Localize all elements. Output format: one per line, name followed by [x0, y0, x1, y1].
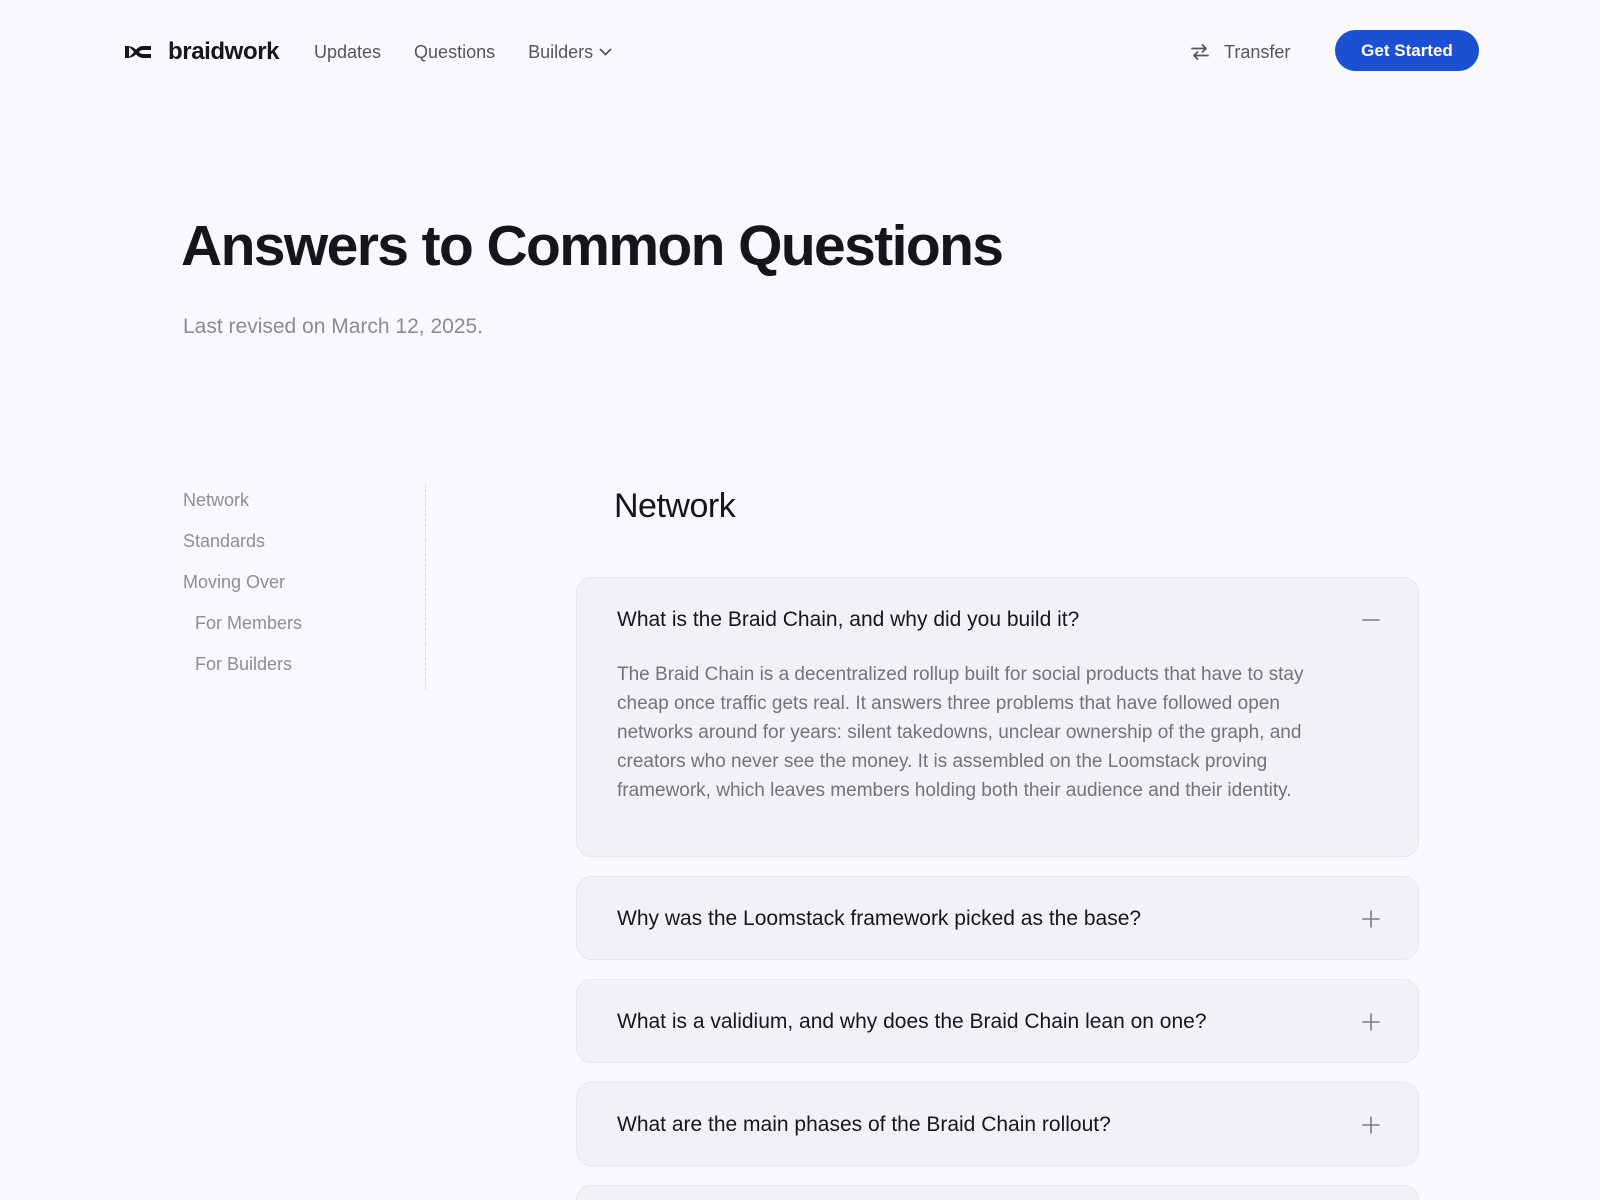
get-started-button[interactable]: Get Started: [1335, 30, 1479, 71]
faq-item: What are the main phases of the Braid Ch…: [576, 1082, 1419, 1166]
sidebar-item-standards[interactable]: Standards: [183, 531, 265, 552]
last-revised-date: Last revised on March 12, 2025.: [183, 315, 484, 338]
plus-icon: [1362, 910, 1380, 928]
nav-link-label: Updates: [314, 41, 382, 62]
faq-question[interactable]: What are the main phases of the Braid Ch…: [617, 1083, 1338, 1167]
main-nav: Updates Questions Builders: [314, 36, 612, 68]
faq-item-expanded: What is the Braid Chain, and why did you…: [576, 577, 1419, 857]
faq-item: What is a validium, and why does the Bra…: [576, 979, 1419, 1063]
faq-question[interactable]: What is the Braid Chain, and why did you…: [617, 578, 1338, 662]
faq-question[interactable]: Why was the Loomstack framework picked a…: [617, 877, 1338, 961]
nav-link-questions[interactable]: Questions: [414, 42, 495, 63]
expand-button[interactable]: [1362, 1116, 1380, 1134]
plus-icon: [1362, 1116, 1380, 1134]
faq-answer: The Braid Chain is a decentralized rollu…: [617, 664, 1304, 801]
nav-dropdown-builders[interactable]: Builders: [528, 42, 612, 63]
sidebar-item-network[interactable]: Network: [183, 490, 249, 511]
braid-logo-icon: [125, 46, 151, 58]
collapse-button[interactable]: [1362, 611, 1380, 629]
nav-link-label: Questions: [414, 41, 496, 62]
plus-icon: [1362, 1013, 1380, 1031]
brand-logo[interactable]: braidwork: [122, 36, 279, 68]
brand-name: braidwork: [168, 38, 280, 65]
top-navbar: braidwork Updates Questions Builders Tra…: [0, 0, 1600, 104]
sidebar-item-moving-over[interactable]: Moving Over: [183, 572, 285, 593]
faq-question[interactable]: What is a validium, and why does the Bra…: [617, 980, 1338, 1064]
nav-link-label: Builders: [528, 41, 594, 62]
sidebar-item-for-members[interactable]: For Members: [195, 613, 302, 634]
faq-item-partial: [576, 1185, 1419, 1200]
section-title: Network: [614, 487, 736, 525]
minus-icon: [1362, 619, 1380, 621]
expand-button[interactable]: [1362, 910, 1380, 928]
faq-sidebar-nav: Network Standards Moving Over For Member…: [183, 484, 426, 690]
chevron-down-icon: [599, 48, 612, 55]
transfer-label: Transfer: [1224, 41, 1291, 62]
page-title: Answers to Common Questions: [181, 214, 1004, 278]
swap-arrows-icon: [1191, 44, 1209, 60]
nav-link-updates[interactable]: Updates: [314, 42, 381, 63]
transfer-link[interactable]: Transfer: [1190, 36, 1290, 68]
faq-item: Why was the Loomstack framework picked a…: [576, 876, 1419, 960]
expand-button[interactable]: [1362, 1013, 1380, 1031]
sidebar-item-for-builders[interactable]: For Builders: [195, 654, 292, 675]
